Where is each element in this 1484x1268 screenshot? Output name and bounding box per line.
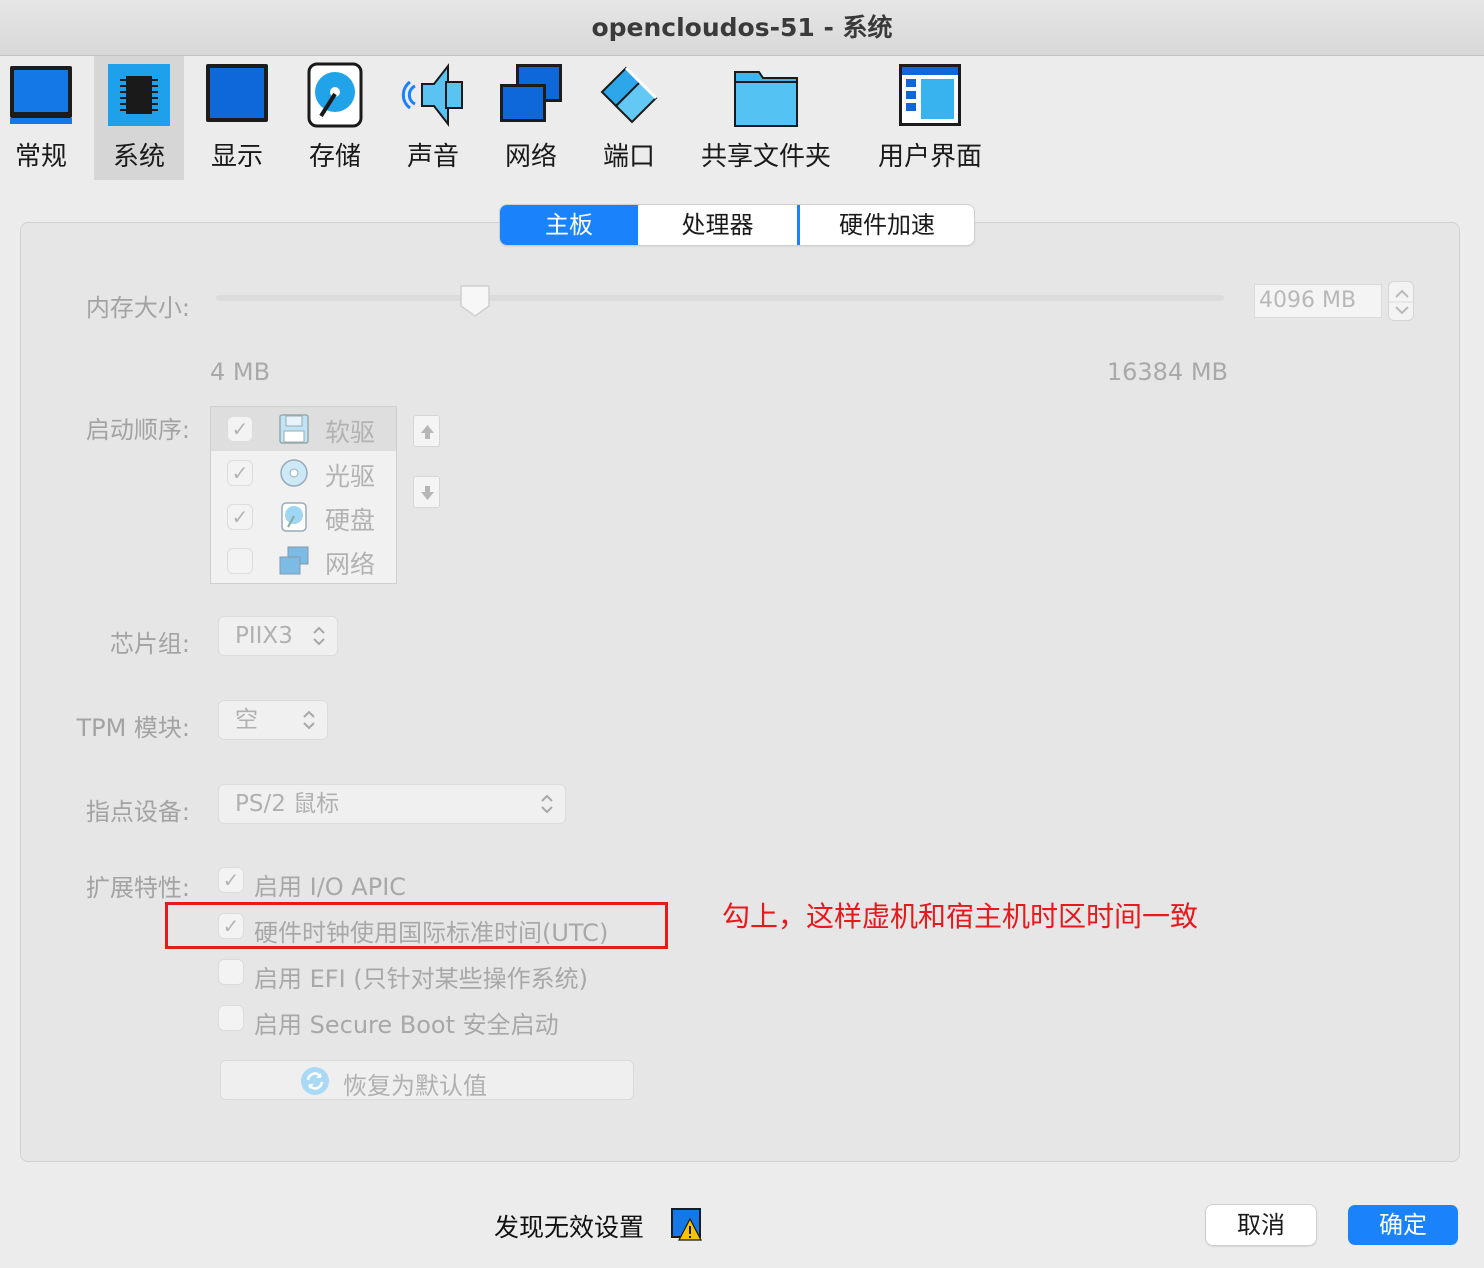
- chevron-updown-icon: [541, 794, 553, 814]
- memory-input[interactable]: 4096 MB: [1254, 284, 1382, 318]
- boot-optical-checkbox[interactable]: ✓: [227, 460, 253, 486]
- chipset-label: 芯片组:: [109, 630, 190, 658]
- boot-item-hard-disk[interactable]: ✓ 硬盘: [211, 495, 396, 539]
- hard-disk-icon: [281, 502, 307, 532]
- arrow-up-icon: [421, 425, 434, 439]
- display-icon: [206, 64, 268, 122]
- efi-checkbox[interactable]: [218, 959, 244, 985]
- tab-bar: 主板 处理器 硬件加速: [500, 205, 974, 245]
- speaker-icon: [401, 63, 463, 127]
- tab-acceleration[interactable]: 硬件加速: [800, 205, 974, 245]
- tpm-value: 空: [235, 707, 258, 733]
- pointing-device-label: 指点设备:: [85, 798, 190, 826]
- boot-item-optical[interactable]: ✓ 光驱: [211, 451, 396, 495]
- toolbar-item-general[interactable]: 常规: [0, 56, 82, 180]
- toolbar-item-shared-folders[interactable]: 共享文件夹: [694, 56, 838, 180]
- memory-max-label: 16384 MB: [1106, 358, 1228, 386]
- boot-move-up-button[interactable]: [413, 415, 440, 447]
- boot-network-checkbox[interactable]: [227, 548, 253, 574]
- ok-button[interactable]: 确定: [1348, 1205, 1458, 1245]
- cancel-button[interactable]: 取消: [1206, 1205, 1316, 1245]
- boot-floppy-checkbox[interactable]: ✓: [227, 416, 253, 442]
- boot-order-label: 启动顺序:: [85, 416, 190, 444]
- stepper-chevrons-icon: [1389, 289, 1415, 315]
- pointing-device-select[interactable]: PS/2 鼠标: [218, 784, 566, 824]
- invalid-settings-text: 发现无效设置: [494, 1213, 645, 1242]
- warning-icon[interactable]: [670, 1207, 702, 1241]
- storage-disk-icon: [307, 62, 363, 128]
- secure-boot-checkbox[interactable]: [218, 1005, 244, 1031]
- window-title: opencloudos-51 - 系统: [0, 0, 1484, 56]
- toolbar-item-ports[interactable]: 端口: [588, 56, 670, 180]
- secure-boot-label: 启用 Secure Boot 安全启动: [254, 1011, 559, 1039]
- boot-item-network[interactable]: 网络: [211, 539, 396, 583]
- chevron-updown-icon: [313, 626, 325, 646]
- optical-disc-icon: [280, 459, 308, 487]
- boot-order-list: ✓ 软驱 ✓ 光驱 ✓ 硬盘 网络: [210, 406, 397, 584]
- restore-defaults-button[interactable]: 恢复为默认值: [220, 1060, 634, 1100]
- reset-icon: [301, 1067, 329, 1095]
- chipset-value: PIIX3: [235, 623, 293, 649]
- port-icon: [600, 66, 658, 124]
- toolbar-item-display[interactable]: 显示: [196, 56, 278, 180]
- extended-features-label: 扩展特性:: [85, 874, 190, 902]
- chip-icon: [108, 64, 170, 126]
- network-icon: [500, 64, 562, 122]
- io-apic-label: 启用 I/O APIC: [254, 873, 407, 901]
- tab-motherboard[interactable]: 主板: [500, 205, 638, 245]
- memory-slider-knob[interactable]: [459, 284, 491, 318]
- toolbar-item-user-interface[interactable]: 用户界面: [866, 56, 994, 180]
- memory-stepper[interactable]: [1388, 281, 1415, 321]
- toolbar-item-network[interactable]: 网络: [490, 56, 572, 180]
- folder-icon: [734, 71, 798, 127]
- boot-item-floppy[interactable]: ✓ 软驱: [211, 407, 396, 451]
- toolbar-item-audio[interactable]: 声音: [392, 56, 474, 180]
- chevron-updown-icon: [303, 710, 315, 730]
- annotation-note: 勾上，这样虚机和宿主机时区时间一致: [722, 900, 1199, 933]
- network-icon: [279, 546, 309, 575]
- floppy-icon: [279, 414, 309, 444]
- settings-toolbar: 常规 系统 显示 存储 声音 网络 端口 共享文件夹 用户界面: [0, 56, 1484, 182]
- utc-highlight-box: [165, 902, 668, 949]
- efi-label: 启用 EFI (只针对某些操作系统): [254, 965, 589, 993]
- monitor-icon: [10, 66, 72, 124]
- toolbar-item-system[interactable]: 系统: [94, 56, 184, 180]
- memory-min-label: 4 MB: [210, 358, 271, 386]
- arrow-down-icon: [421, 486, 434, 500]
- user-interface-icon: [899, 64, 961, 126]
- tpm-select[interactable]: 空: [218, 700, 328, 740]
- tab-processor[interactable]: 处理器: [638, 205, 800, 245]
- tpm-label: TPM 模块:: [76, 714, 190, 742]
- toolbar-item-storage[interactable]: 存储: [294, 56, 376, 180]
- io-apic-checkbox[interactable]: ✓: [218, 867, 244, 893]
- boot-hdd-checkbox[interactable]: ✓: [227, 504, 253, 530]
- chipset-select[interactable]: PIIX3: [218, 616, 338, 656]
- boot-move-down-button[interactable]: [413, 476, 440, 508]
- pointing-device-value: PS/2 鼠标: [235, 791, 340, 817]
- memory-slider-track[interactable]: [216, 295, 1224, 301]
- memory-label: 内存大小:: [85, 294, 190, 322]
